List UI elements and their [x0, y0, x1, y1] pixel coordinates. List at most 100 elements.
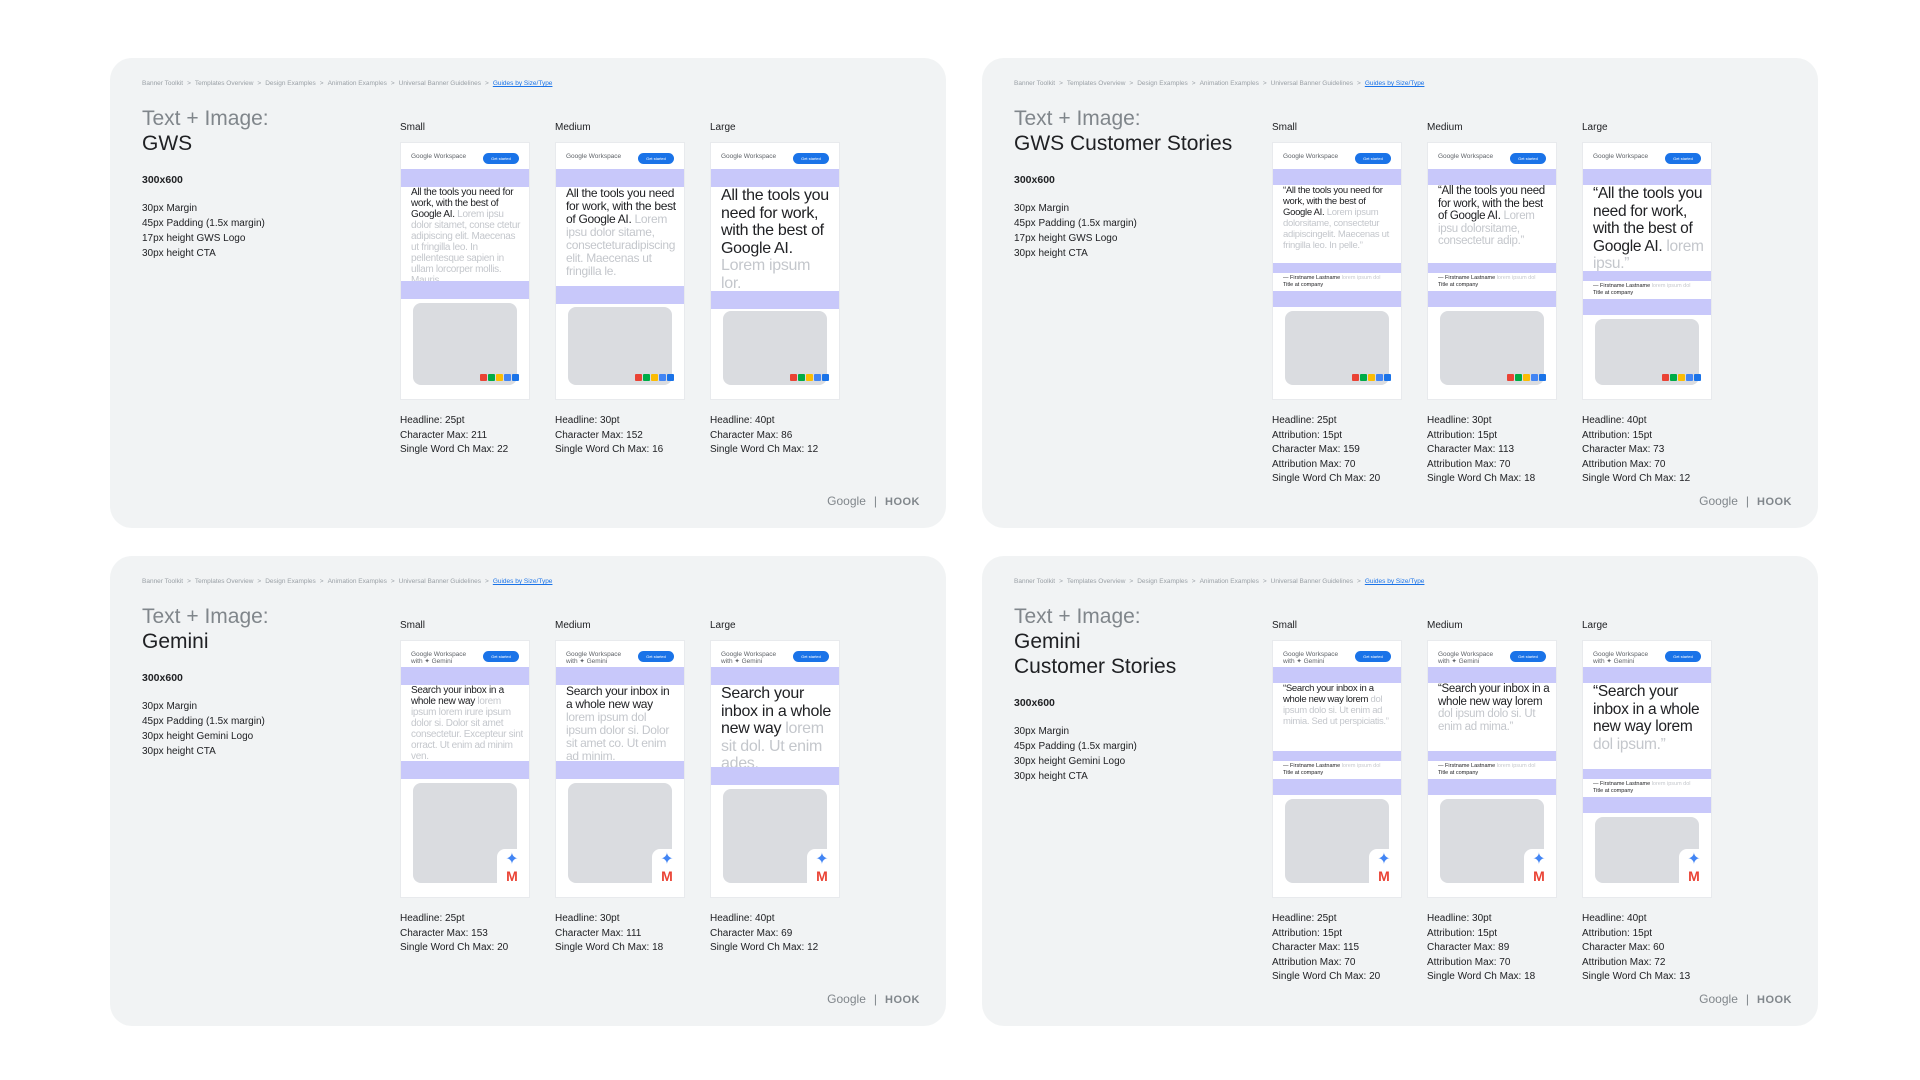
- cta-button: Get started: [1665, 651, 1701, 662]
- attribution: — Firstname Lastname lorem ipsum dol Titl…: [1438, 275, 1536, 288]
- breadcrumb-item[interactable]: Banner Toolkit: [1014, 578, 1055, 585]
- breadcrumb-item[interactable]: Animation Examples: [328, 80, 387, 87]
- metric: Attribution Max: 70: [1272, 956, 1356, 968]
- attribution: — Firstname Lastname lorem ipsum dol Titl…: [1438, 763, 1536, 776]
- breadcrumb-item[interactable]: Banner Toolkit: [142, 80, 183, 87]
- headline: Search your inbox in a whole new way lor…: [721, 685, 831, 767]
- breadcrumb-item[interactable]: Universal Banner Guidelines: [399, 80, 481, 87]
- padding-band: [1273, 667, 1401, 683]
- metric: Attribution: 15pt: [1427, 927, 1498, 939]
- breadcrumb-item-active[interactable]: Guides by Size/Type: [1365, 578, 1425, 585]
- breadcrumb-item[interactable]: Banner Toolkit: [1014, 80, 1055, 87]
- padding-band: [1273, 779, 1401, 795]
- banner-preview: Google Workspace Get started “All the to…: [1272, 142, 1402, 400]
- breadcrumb-item[interactable]: Templates Overview: [195, 578, 254, 585]
- breadcrumb-item-active[interactable]: Guides by Size/Type: [493, 578, 553, 585]
- workspace-app-icons: [789, 373, 829, 381]
- calendar-icon: [1376, 373, 1383, 381]
- metric: Single Word Ch Max: 12: [710, 444, 819, 455]
- metrics-list: Headline: 25pt Character Max: 211 Single…: [400, 414, 530, 458]
- padding-band: [1583, 797, 1711, 813]
- breadcrumb-item[interactable]: Universal Banner Guidelines: [1271, 578, 1353, 585]
- breadcrumb-item[interactable]: Banner Toolkit: [142, 578, 183, 585]
- metric: Character Max: 153: [400, 927, 488, 939]
- breadcrumb-item[interactable]: Design Examples: [1137, 578, 1188, 585]
- metric: Attribution Max: 70: [1427, 956, 1511, 968]
- cta-button: Get started: [1510, 153, 1546, 164]
- gmail-icon: M: [506, 868, 518, 884]
- cta-button: Get started: [483, 651, 519, 662]
- padding-band: [556, 169, 684, 187]
- title-prefix: Text + Image:: [142, 107, 269, 130]
- workspace-app-icons: [479, 373, 519, 381]
- docs-icon: [1539, 373, 1546, 381]
- spec-item: 45px Padding (1.5x margin): [1014, 218, 1137, 229]
- banner-preview: Google Workspace Get started All the too…: [400, 142, 530, 400]
- breadcrumb-item[interactable]: Templates Overview: [1067, 80, 1126, 87]
- padding-band: [711, 169, 839, 187]
- meet-icon: [643, 373, 650, 381]
- calendar-icon: [504, 373, 511, 381]
- drive-icon: [806, 373, 813, 381]
- metric: Character Max: 60: [1582, 942, 1665, 953]
- padding-band: [556, 286, 684, 304]
- cta-button: Get started: [483, 153, 519, 164]
- banner-preview: Google Workspace Get started All the too…: [555, 142, 685, 400]
- panel-title: Text + Image: GWS Customer Stories: [1014, 106, 1274, 156]
- spec-item: 30px Margin: [1014, 203, 1070, 214]
- title-main: GWS Customer Stories: [1014, 132, 1233, 155]
- workspace-app-icons: [1351, 373, 1391, 381]
- guide-panel-gws-customer-stories: Banner Toolkit > Templates Overview > Design…: [982, 58, 1818, 528]
- padding-band: [1273, 169, 1401, 185]
- breadcrumb-item[interactable]: Design Examples: [265, 80, 316, 87]
- breadcrumb-item[interactable]: Templates Overview: [195, 80, 254, 87]
- breadcrumb-item[interactable]: Design Examples: [265, 578, 316, 585]
- column-medium: Medium Google Workspace with ✦ Gemini Get…: [1427, 620, 1557, 985]
- gws-logo: Google Workspace: [411, 153, 467, 160]
- spec-list: 30px Margin 45px Padding (1.5x margin) 3…: [142, 699, 265, 759]
- cta-button: Get started: [638, 651, 674, 662]
- padding-band: [1273, 291, 1401, 307]
- breadcrumb-item[interactable]: Universal Banner Guidelines: [1271, 80, 1353, 87]
- breadcrumb-item[interactable]: Templates Overview: [1067, 578, 1126, 585]
- padding-band: [1583, 667, 1711, 683]
- meet-icon: [1670, 373, 1677, 381]
- gws-logo: Google Workspace: [566, 153, 622, 160]
- attribution: — Firstname Lastname lorem ipsum dol Titl…: [1283, 763, 1381, 776]
- column-large: Large Google Workspace with ✦ Gemini Get …: [1582, 620, 1712, 985]
- metric: Single Word Ch Max: 20: [400, 942, 509, 953]
- breadcrumb-item-active[interactable]: Guides by Size/Type: [1365, 80, 1425, 87]
- breadcrumb: Banner Toolkit > Templates Overview > Design…: [142, 578, 553, 585]
- column-medium: Medium Google Workspace Get started “All…: [1427, 122, 1557, 487]
- breadcrumb-item[interactable]: Animation Examples: [1200, 578, 1259, 585]
- banner-preview: Google Workspace with ✦ Gemini Get starte…: [400, 640, 530, 898]
- padding-band: [1428, 667, 1556, 683]
- padding-band: [1273, 751, 1401, 761]
- metric: Attribution Max: 72: [1582, 956, 1666, 968]
- spec-item: 45px Padding (1.5x margin): [1014, 741, 1137, 752]
- metric: Headline: 25pt: [1272, 415, 1337, 426]
- banner-preview: Google Workspace with ✦ Gemini Get starte…: [1427, 640, 1557, 898]
- gmail-icon: [1507, 373, 1514, 381]
- breadcrumb-item[interactable]: Animation Examples: [1200, 80, 1259, 87]
- padding-band: [1428, 169, 1556, 185]
- padding-band: [401, 281, 529, 299]
- cta-button: Get started: [1355, 153, 1391, 164]
- breadcrumb-item[interactable]: Design Examples: [1137, 80, 1188, 87]
- column-label: Medium: [555, 620, 591, 631]
- breadcrumb-item[interactable]: Animation Examples: [328, 578, 387, 585]
- padding-band: [401, 761, 529, 779]
- metric: Headline: 40pt: [710, 913, 775, 924]
- column-medium: Medium Google Workspace with ✦ Gemini Get…: [555, 620, 685, 956]
- metric: Attribution: 15pt: [1272, 927, 1343, 939]
- drive-icon: [1523, 373, 1530, 381]
- gws-logo: Google Workspace: [721, 153, 777, 160]
- spec-item: 30px height Gemini Logo: [142, 731, 254, 742]
- hook-logo: HOOK: [1757, 496, 1792, 508]
- breadcrumb-item[interactable]: Universal Banner Guidelines: [399, 578, 481, 585]
- workspace-app-icons: [634, 373, 674, 381]
- metric: Single Word Ch Max: 18: [555, 942, 664, 953]
- metric: Headline: 40pt: [710, 415, 775, 426]
- docs-icon: [667, 373, 674, 381]
- breadcrumb-item-active[interactable]: Guides by Size/Type: [493, 80, 553, 87]
